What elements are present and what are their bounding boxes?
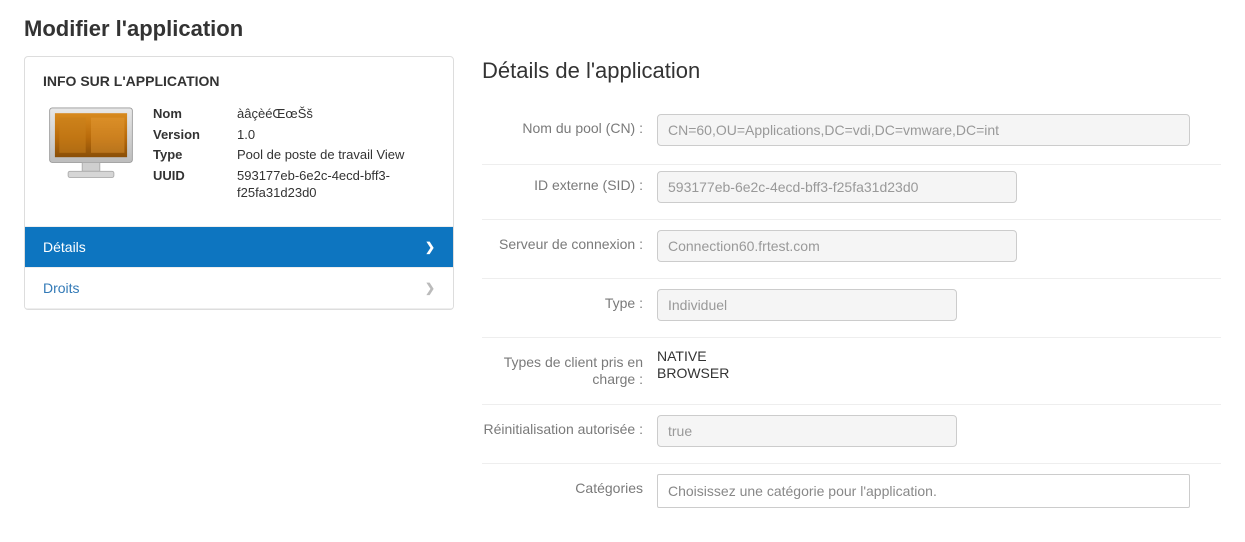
app-summary-table: Nom àâçèéŒœŠš Version 1.0 Type Pool de p… (153, 105, 435, 202)
app-details-form: Nom du pool (CN) : ID externe (SID) : Se… (482, 104, 1221, 524)
sidebar-item-label: Détails (43, 239, 86, 255)
reset-input (657, 415, 957, 447)
chevron-right-icon: ❯ (425, 240, 435, 254)
chevron-right-icon: ❯ (425, 281, 435, 295)
page-title: Modifier l'application (24, 16, 454, 42)
categories-input[interactable] (657, 474, 1190, 508)
info-card: INFO SUR L'APPLICATION (24, 56, 454, 310)
conn-server-input (657, 230, 1017, 262)
client-type-item: BROWSER (657, 365, 1213, 382)
version-label: Version (153, 126, 227, 144)
ext-id-input (657, 171, 1017, 203)
version-value: 1.0 (237, 126, 435, 144)
type-label: Type (153, 146, 227, 164)
sidebar-item-rights[interactable]: Droits ❯ (25, 268, 453, 309)
client-type-item: NATIVE (657, 348, 1213, 365)
type-value: Pool de poste de travail View (237, 146, 435, 164)
pool-cn-input (657, 114, 1190, 146)
monitor-icon (47, 105, 135, 183)
categories-label: Catégories (482, 474, 657, 497)
sidebar-item-label: Droits (43, 280, 80, 296)
client-types-label: Types de client pris en charge : (482, 348, 657, 388)
uuid-label: UUID (153, 167, 227, 202)
type-field-label: Type : (482, 289, 657, 312)
name-value: àâçèéŒœŠš (237, 105, 435, 123)
ext-id-label: ID externe (SID) : (482, 171, 657, 194)
pool-cn-label: Nom du pool (CN) : (482, 114, 657, 137)
reset-label: Réinitialisation autorisée : (482, 415, 657, 438)
info-card-header: INFO SUR L'APPLICATION (25, 57, 453, 97)
section-title: Détails de l'application (482, 58, 1221, 84)
sidebar-nav: Détails ❯ Droits ❯ (25, 226, 453, 309)
name-label: Nom (153, 105, 227, 123)
sidebar-item-details[interactable]: Détails ❯ (25, 227, 453, 268)
conn-server-label: Serveur de connexion : (482, 230, 657, 253)
uuid-value: 593177eb-6e2c-4ecd-bff3-f25fa31d23d0 (237, 167, 435, 202)
client-types-value: NATIVE BROWSER (657, 348, 1221, 382)
type-input (657, 289, 957, 321)
